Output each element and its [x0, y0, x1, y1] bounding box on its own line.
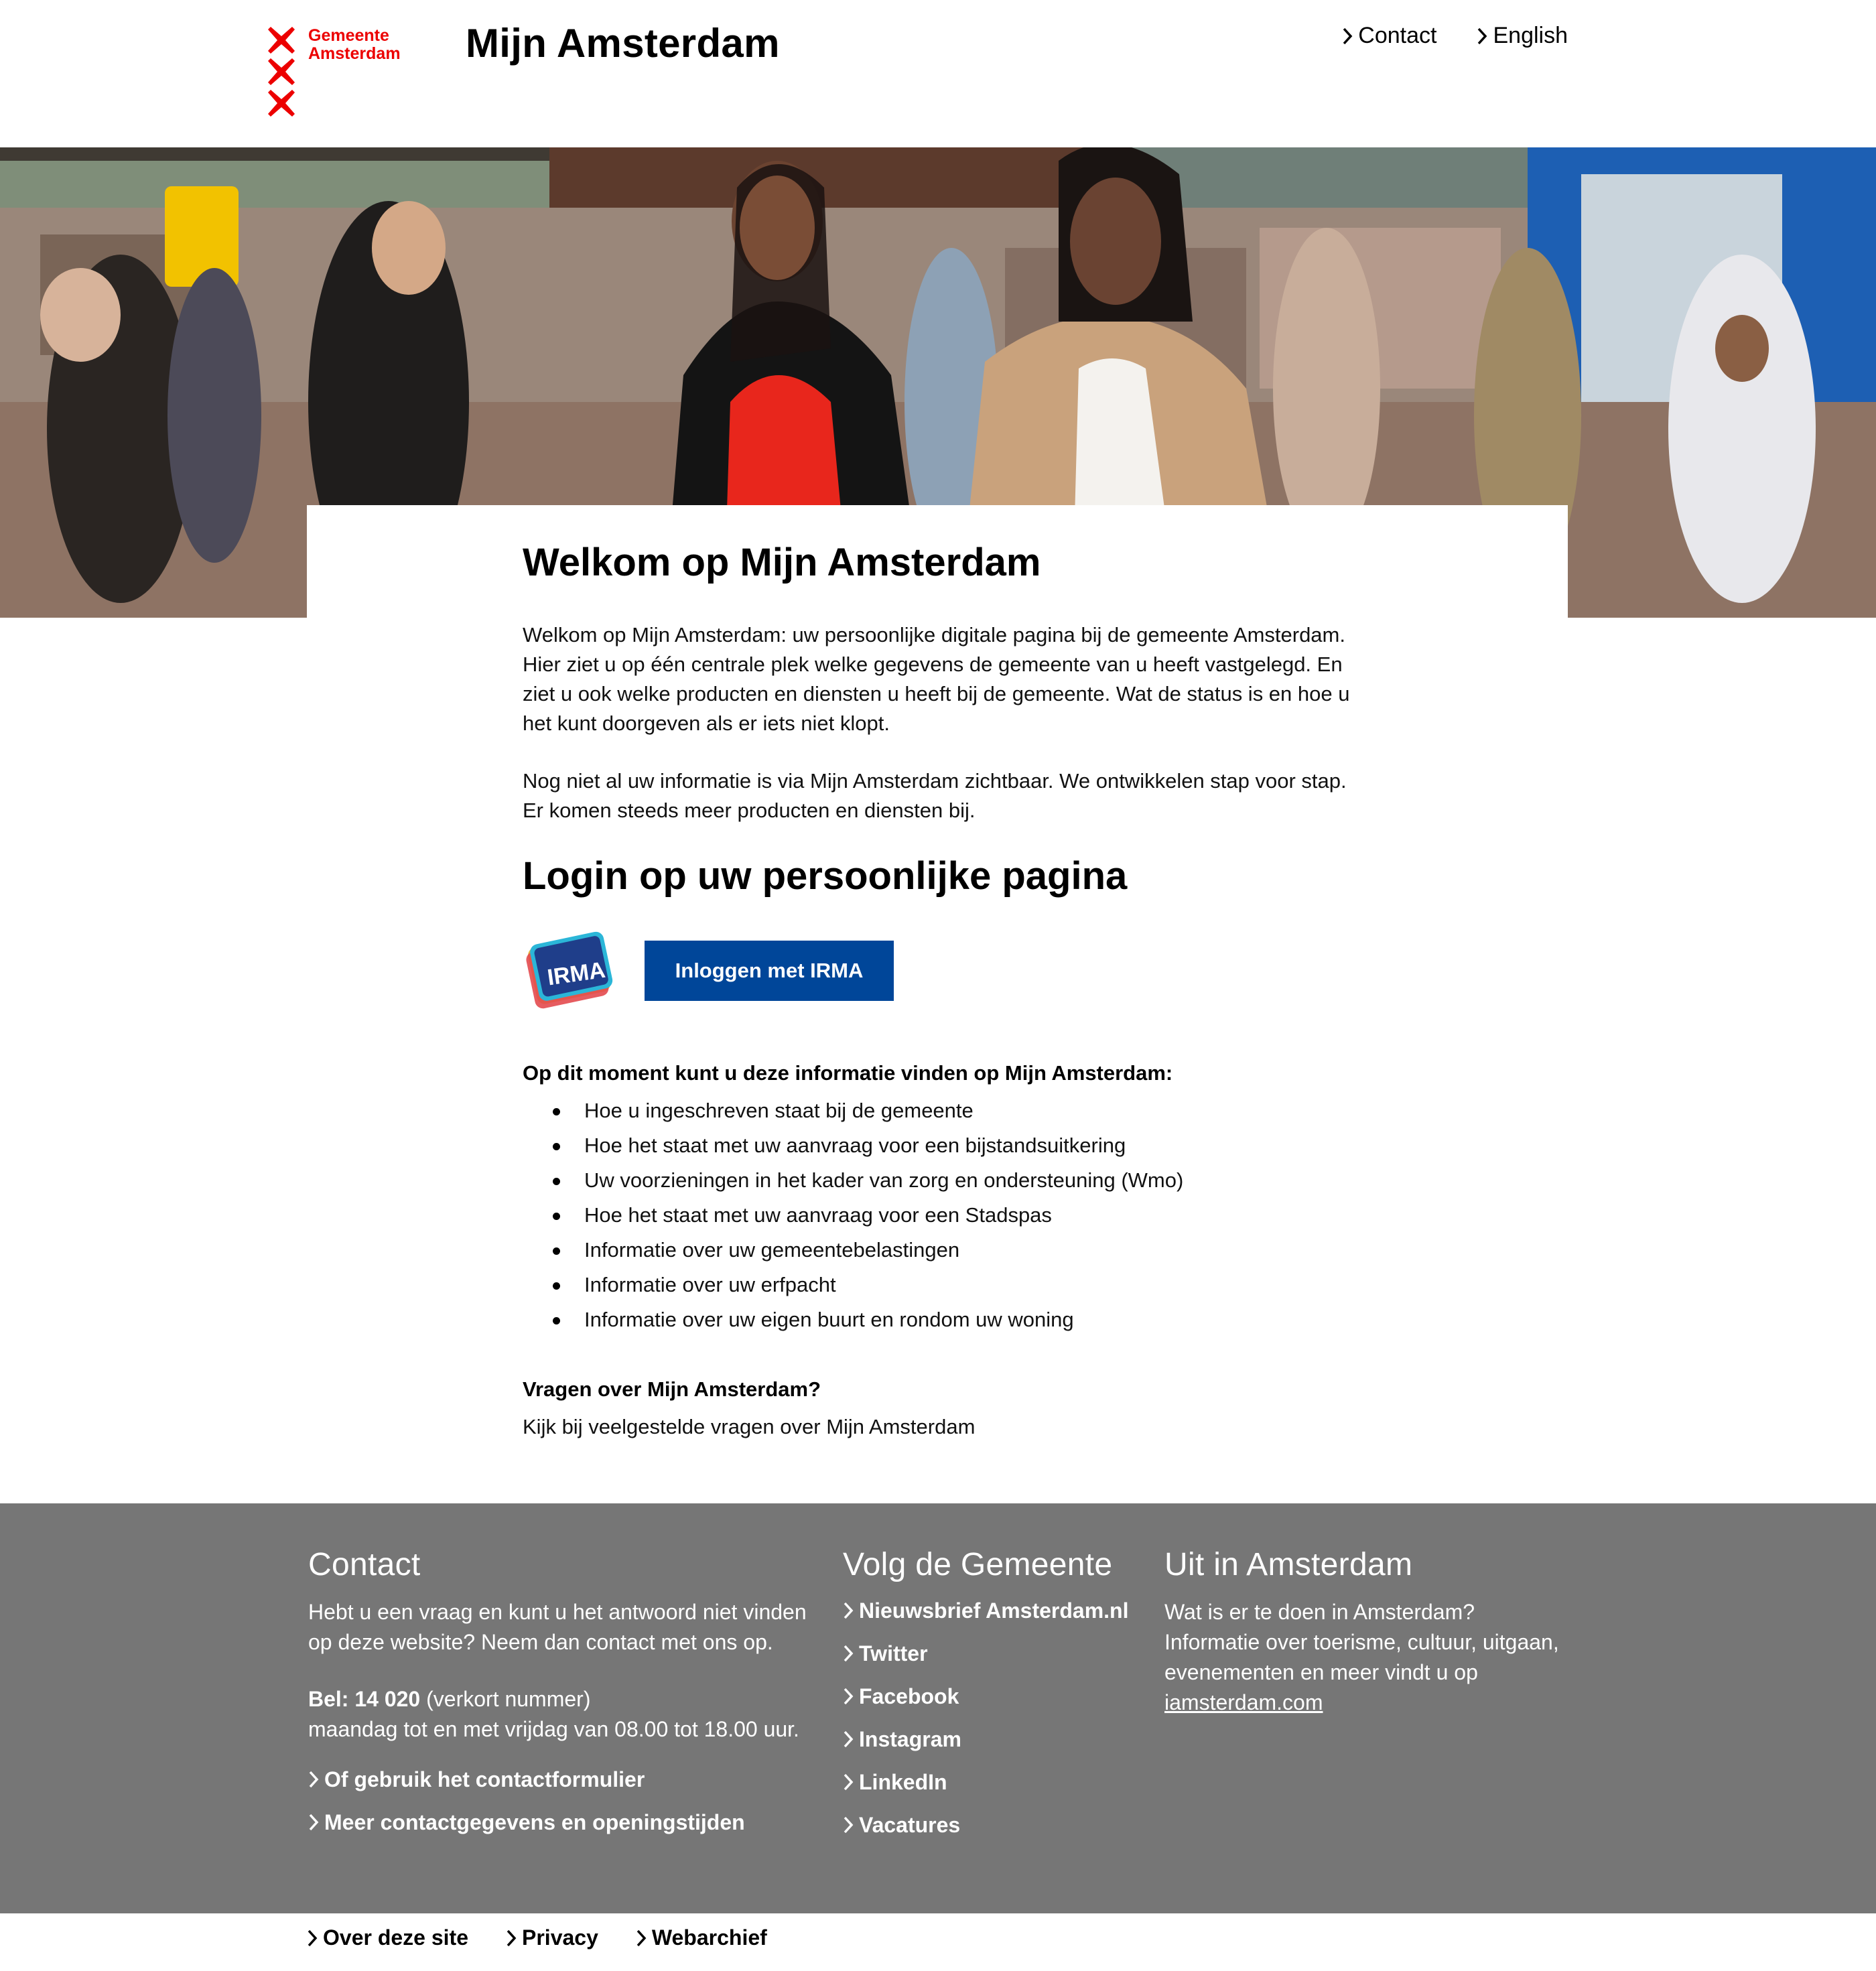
- more-contact-details-link[interactable]: Meer contactgegevens en openingstijden: [308, 1801, 831, 1844]
- chevron-right-icon: [308, 1769, 320, 1789]
- site-header: Gemeente Amsterdam Mijn Amsterdam Contac…: [0, 0, 1876, 147]
- webarchief-link-label: Webarchief: [651, 1925, 767, 1950]
- logo-text-line1: Gemeente: [308, 26, 389, 45]
- chevron-right-icon: [636, 1928, 648, 1948]
- more-contact-details-link-label: Meer contactgegevens en openingstijden: [324, 1810, 745, 1834]
- webarchief-link[interactable]: Webarchief: [636, 1925, 767, 1950]
- twitter-link-label: Twitter: [859, 1641, 928, 1666]
- vacatures-link-label: Vacatures: [859, 1813, 961, 1837]
- page-title: Welkom op Mijn Amsterdam: [523, 541, 1041, 584]
- instagram-link-label: Instagram: [859, 1727, 961, 1751]
- chevron-right-icon: [843, 1729, 855, 1749]
- chevron-right-icon: [843, 1601, 855, 1621]
- footer-opening-hours: maandag tot en met vrijdag van 08.00 tot…: [308, 1717, 799, 1741]
- list-item: Uw voorzieningen in het kader van zorg e…: [523, 1163, 1367, 1198]
- about-site-link-label: Over deze site: [323, 1925, 468, 1950]
- chevron-right-icon: [843, 1815, 855, 1835]
- chevron-right-icon: [843, 1686, 855, 1706]
- header-nav: Contact English: [1342, 23, 1568, 49]
- chevron-right-icon: [1342, 26, 1354, 46]
- footer-uit-text-body: Wat is er te doen in Amsterdam? Informat…: [1164, 1600, 1559, 1684]
- footer-phone-number[interactable]: Bel: 14 020: [308, 1687, 420, 1711]
- footer-contact-title: Contact: [308, 1547, 421, 1582]
- list-item: Hoe het staat met uw aanvraag voor een b…: [523, 1128, 1367, 1163]
- twitter-link[interactable]: Twitter: [843, 1632, 1151, 1675]
- english-link-label: English: [1493, 23, 1568, 48]
- list-item: Hoe het staat met uw aanvraag voor een S…: [523, 1198, 1367, 1233]
- about-site-link[interactable]: Over deze site: [307, 1925, 468, 1950]
- linkedin-link[interactable]: LinkedIn: [843, 1761, 1151, 1804]
- list-item: Hoe u ingeschreven staat bij de gemeente: [523, 1093, 1367, 1128]
- facebook-link-label: Facebook: [859, 1684, 959, 1708]
- footer-contact-column: Contact Hebt u een vraag en kunt u het a…: [308, 1545, 831, 1844]
- footer-follow-column: Volg de Gemeente Nieuwsbrief Amsterdam.n…: [843, 1545, 1151, 1846]
- amsterdam-crosses-logo-icon[interactable]: [268, 27, 295, 121]
- footer-bottom-links: Over deze site Privacy Webarchief: [307, 1925, 767, 1950]
- logo-text-line2: Amsterdam: [308, 44, 401, 63]
- list-item: Informatie over uw erfpacht: [523, 1268, 1367, 1302]
- login-title: Login op uw persoonlijke pagina: [523, 854, 1128, 898]
- list-item: Informatie over uw gemeentebelastingen: [523, 1233, 1367, 1268]
- facebook-link[interactable]: Facebook: [843, 1675, 1151, 1718]
- chevron-right-icon: [307, 1928, 319, 1948]
- chevron-right-icon: [843, 1643, 855, 1663]
- intro-paragraph-2: Nog niet al uw informatie is via Mijn Am…: [523, 769, 1347, 822]
- newsletter-link-label: Nieuwsbrief Amsterdam.nl: [859, 1599, 1129, 1623]
- gemeente-amsterdam-logo-text[interactable]: Gemeente Amsterdam: [308, 27, 401, 63]
- contactform-link-label: Of gebruik het contactformulier: [324, 1767, 645, 1791]
- footer-follow-title: Volg de Gemeente: [843, 1547, 1113, 1582]
- footer-phone-note: (verkort nummer): [420, 1687, 591, 1711]
- chevron-right-icon: [1477, 26, 1489, 46]
- newsletter-link[interactable]: Nieuwsbrief Amsterdam.nl: [843, 1589, 1151, 1632]
- vacatures-link[interactable]: Vacatures: [843, 1804, 1151, 1846]
- chevron-right-icon: [308, 1812, 320, 1832]
- list-item: Informatie over uw eigen buurt en rondom…: [523, 1302, 1367, 1337]
- info-list: Hoe u ingeschreven staat bij de gemeente…: [523, 1093, 1367, 1337]
- footer-contact-links: Of gebruik het contactformulier Meer con…: [308, 1758, 831, 1844]
- main-content: Welkom op Mijn Amsterdam Welkom op Mijn …: [523, 536, 1367, 1442]
- contact-link[interactable]: Contact: [1342, 23, 1436, 49]
- faq-link[interactable]: Kijk bij veelgestelde vragen over Mijn A…: [523, 1412, 1367, 1442]
- contact-link-label: Contact: [1358, 23, 1437, 48]
- instagram-link[interactable]: Instagram: [843, 1718, 1151, 1761]
- footer-uit-title: Uit in Amsterdam: [1164, 1547, 1413, 1582]
- iamsterdam-link[interactable]: iamsterdam.com: [1164, 1690, 1323, 1714]
- irma-logo-icon: IRMA: [523, 927, 616, 1014]
- site-title[interactable]: Mijn Amsterdam: [466, 20, 780, 66]
- site-footer: Contact Hebt u een vraag en kunt u het a…: [0, 1503, 1876, 1913]
- footer-bottom-bar: Over deze site Privacy Webarchief: [0, 1913, 1876, 1971]
- footer-uit-text: Wat is er te doen in Amsterdam? Informat…: [1164, 1597, 1566, 1718]
- login-row: IRMA Inloggen met IRMA: [523, 927, 1367, 1014]
- privacy-link[interactable]: Privacy: [506, 1925, 598, 1950]
- footer-phone-info: Bel: 14 020 (verkort nummer) maandag tot…: [308, 1684, 831, 1745]
- footer-follow-links: Nieuwsbrief Amsterdam.nl Twitter Faceboo…: [843, 1589, 1151, 1846]
- english-link[interactable]: English: [1477, 23, 1568, 49]
- chevron-right-icon: [506, 1928, 518, 1948]
- intro-text: Welkom op Mijn Amsterdam: uw persoonlijk…: [523, 620, 1367, 825]
- login-irma-button[interactable]: Inloggen met IRMA: [645, 941, 894, 1001]
- chevron-right-icon: [843, 1772, 855, 1792]
- footer-uit-column: Uit in Amsterdam Wat is er te doen in Am…: [1164, 1545, 1566, 1718]
- info-title: Op dit moment kunt u deze informatie vin…: [523, 1061, 1173, 1085]
- footer-contact-text: Hebt u een vraag en kunt u het antwoord …: [308, 1600, 807, 1654]
- intro-paragraph-1: Welkom op Mijn Amsterdam: uw persoonlijk…: [523, 623, 1350, 735]
- contactform-link[interactable]: Of gebruik het contactformulier: [308, 1758, 831, 1801]
- privacy-link-label: Privacy: [522, 1925, 598, 1950]
- linkedin-link-label: LinkedIn: [859, 1770, 947, 1794]
- faq-title: Vragen over Mijn Amsterdam?: [523, 1377, 821, 1401]
